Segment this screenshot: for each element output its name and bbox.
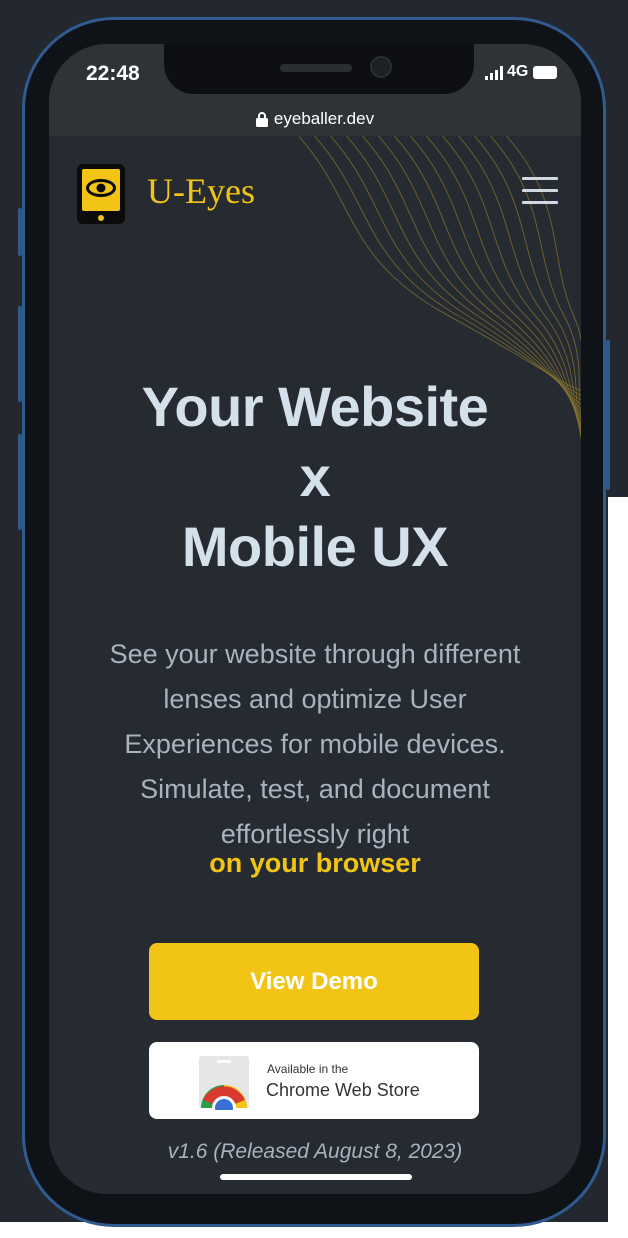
hero-headline: Your Website x Mobile UX [49, 372, 581, 582]
hamburger-menu-icon[interactable] [522, 177, 558, 207]
phone-volume-up [18, 306, 22, 402]
description-line: Experiences for mobile devices. [124, 729, 506, 759]
signal-icon [485, 66, 503, 80]
phone-power-button [606, 340, 610, 490]
wave-line [313, 136, 581, 396]
front-camera [370, 56, 392, 78]
store-badge-small-text: Available in the [267, 1062, 349, 1076]
phone-screen: 22:48 4G eyeballer.dev U-Eyes Your Websi… [49, 44, 581, 1194]
address-bar[interactable]: eyeballer.dev [49, 104, 581, 136]
wave-line [299, 136, 581, 392]
network-type: 4G [507, 63, 529, 80]
version-text: v1.6 (Released August 8, 2023) [167, 1140, 463, 1163]
description-line: lenses and optimize User [163, 684, 467, 714]
store-badge-large-text: Chrome Web Store [266, 1080, 420, 1100]
description-line: Simulate, test, and document [140, 774, 490, 804]
headline-line-2: x [299, 445, 331, 508]
chrome-web-store-button[interactable]: Available in the Chrome Web Store [149, 1042, 479, 1119]
battery-icon [533, 66, 557, 79]
phone-notch [164, 44, 474, 94]
headline-line-1: Your Website [141, 375, 489, 438]
phone-volume-down [18, 434, 22, 530]
phone-side-button [18, 208, 22, 256]
status-bar: 22:48 4G [49, 44, 581, 104]
description-highlight: on your browser [209, 848, 421, 878]
brand-name[interactable]: U-Eyes [147, 170, 255, 212]
background-edge [608, 497, 628, 1238]
url-text: eyeballer.dev [273, 109, 375, 128]
chrome-web-store-icon [199, 1056, 249, 1110]
eye-phone-logo-icon[interactable] [77, 164, 125, 224]
view-demo-button[interactable]: View Demo [149, 943, 479, 1020]
hero-description: See your website through different lense… [65, 632, 565, 857]
home-indicator[interactable] [220, 1174, 412, 1180]
headline-line-3: Mobile UX [181, 515, 449, 578]
status-time: 22:48 [86, 62, 140, 85]
speaker-grille [280, 64, 352, 72]
lock-icon [255, 111, 268, 127]
web-page: U-Eyes Your Website x Mobile UX See your… [49, 136, 581, 1194]
description-line: See your website through different [109, 639, 521, 669]
